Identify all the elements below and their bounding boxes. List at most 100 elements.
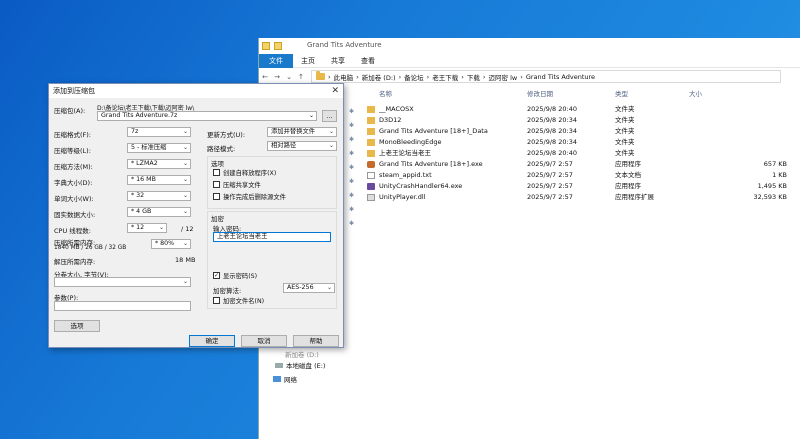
file-name: steam_appid.txt [379, 171, 432, 179]
column-type[interactable]: 类型 [615, 88, 628, 98]
path-mode-label: 路径模式: [207, 145, 236, 153]
ok-button[interactable]: 确定 [189, 335, 235, 347]
browse-button[interactable]: ... [322, 110, 337, 122]
split-select[interactable]: ⌄ [54, 277, 191, 287]
file-row[interactable]: Grand Tits Adventure [18+].exe 2025/9/7 2… [367, 159, 800, 170]
password-input[interactable]: 上老王论坛当老王 [213, 232, 331, 242]
solid-size-select[interactable]: * 4 GB ⌄ [127, 207, 191, 217]
chevron-down-icon: ⌄ [328, 142, 334, 149]
encrypt-names-checkbox[interactable]: 加密文件名(N) [213, 296, 264, 305]
unity-exe-icon [367, 183, 375, 190]
desktop: { "explorer":{ "title":"Grand Tits Adven… [0, 0, 800, 439]
chevron-down-icon: ⌄ [182, 144, 188, 151]
column-size[interactable]: 大小 [689, 88, 702, 98]
archive-name-input[interactable]: Grand Tits Adventure.7z ⌄ [97, 111, 317, 121]
breadcrumb-item[interactable]: Grand Tits Adventure [526, 73, 595, 81]
file-name: D3D12 [379, 116, 402, 124]
explorer-titlebar: Grand Tits Adventure [259, 38, 800, 54]
breadcrumb-item[interactable]: 新加卷 (D:) [362, 72, 396, 82]
path-mode-select[interactable]: 相对路径 ⌄ [267, 141, 337, 151]
encryption-method-select[interactable]: AES-256 ⌄ [283, 283, 335, 293]
file-type: 文件夹 [615, 105, 635, 113]
chevron-down-icon: ⌄ [158, 224, 164, 231]
format-select[interactable]: 7z ⌄ [127, 127, 191, 137]
file-date: 2025/9/7 2:57 [527, 160, 573, 168]
file-type: 应用程序 [615, 182, 641, 190]
file-size: 1 KB [772, 171, 787, 179]
file-type: 文件夹 [615, 149, 635, 157]
update-select[interactable]: 添加并替换文件 ⌄ [267, 127, 337, 137]
nav-item-drive-d[interactable]: 新加卷 (D:) [285, 349, 319, 359]
close-icon[interactable]: ✕ [331, 84, 339, 98]
back-arrow-icon[interactable]: ← [259, 73, 271, 81]
properties-icon [274, 42, 282, 50]
ribbon-tab-share[interactable]: 共享 [323, 54, 353, 68]
level-select[interactable]: 5 - 标准压缩 ⌄ [127, 143, 191, 153]
nav-item-network[interactable]: 网络 [273, 374, 297, 384]
breadcrumb-item[interactable]: 备论坛 [404, 72, 424, 82]
shared-files-checkbox[interactable]: 压缩共享文件 [213, 180, 261, 189]
column-headers: 名称 修改日期 类型 大小 [367, 88, 800, 100]
method-select[interactable]: * LZMA2 ⌄ [127, 159, 191, 169]
file-row[interactable]: steam_appid.txt 2025/9/7 2:57 文本文档 1 KB [367, 170, 800, 181]
quick-access-toolbar[interactable] [262, 40, 302, 52]
chevron-down-icon[interactable]: ⌄ [283, 73, 295, 81]
up-arrow-icon[interactable]: ↑ [295, 73, 307, 81]
column-name[interactable]: 名称 [379, 88, 392, 98]
show-password-checkbox[interactable]: ✓ 显示密码(S) [213, 271, 257, 280]
nav-item-drive-e[interactable]: 本地磁盘 (E:) [275, 360, 325, 370]
cancel-button[interactable]: 取消 [241, 335, 287, 347]
dictionary-select[interactable]: * 16 MB ⌄ [127, 175, 191, 185]
network-icon [273, 376, 281, 382]
column-date[interactable]: 修改日期 [527, 88, 553, 98]
ribbon-tab-file[interactable]: 文件 [259, 54, 293, 68]
chevron-down-icon: ⌄ [182, 192, 188, 199]
breadcrumb-item[interactable]: 下载 [467, 72, 480, 82]
dll-file-icon [367, 194, 375, 201]
help-button[interactable]: 帮助 [293, 335, 339, 347]
file-row[interactable]: 上老王论坛当老王 2025/9/8 20:40 文件夹 [367, 148, 800, 159]
pin-icon: ✱ [349, 220, 355, 227]
encryption-group-title: 加密 [211, 215, 224, 223]
add-to-archive-dialog: 添加到压缩包 ✕ 压缩包(A): D:\备论坛\老王下载\下载\迈阿密 lw\ … [48, 83, 344, 348]
options-button[interactable]: 选项 [54, 320, 100, 332]
delete-after-checkbox[interactable]: 操作完成后删除源文件 [213, 192, 286, 201]
forward-arrow-icon[interactable]: → [271, 73, 283, 81]
threads-select[interactable]: * 12 ⌄ [127, 223, 167, 233]
file-row[interactable]: UnityCrashHandler64.exe 2025/9/7 2:57 应用程序… [367, 181, 800, 192]
pin-icon: ✱ [349, 192, 355, 199]
chevron-down-icon: ⌄ [182, 278, 188, 285]
ribbon-tab-view[interactable]: 查看 [353, 54, 383, 68]
folder-icon [367, 106, 375, 113]
breadcrumb-item[interactable]: 老王下载 [432, 72, 458, 82]
breadcrumb-item[interactable]: 此电脑 [334, 72, 354, 82]
file-date: 2025/9/7 2:57 [527, 182, 573, 190]
file-type: 文件夹 [615, 116, 635, 124]
file-size: 657 KB [763, 160, 787, 168]
mem-percent-select[interactable]: * 80% ⌄ [151, 239, 191, 249]
pin-icon: ✱ [349, 150, 355, 157]
chevron-down-icon: ⌄ [182, 128, 188, 135]
file-row[interactable]: Grand Tits Adventure [18+]_Data 2025/9/8 … [367, 126, 800, 137]
file-type: 应用程序扩展 [615, 193, 654, 201]
archive-label: 压缩包(A): [54, 107, 86, 115]
folder-icon [367, 139, 375, 146]
pin-icon: ✱ [349, 122, 355, 129]
word-size-select[interactable]: * 32 ⌄ [127, 191, 191, 201]
file-row[interactable]: UnityPlayer.dll 2025/9/7 2:57 应用程序扩展 32,593… [367, 192, 800, 203]
file-row[interactable]: D3D12 2025/9/8 20:34 文件夹 [367, 115, 800, 126]
params-input[interactable] [54, 301, 191, 311]
chevron-down-icon: ⌄ [182, 208, 188, 215]
file-name: UnityPlayer.dll [379, 193, 426, 201]
file-row[interactable]: MonoBleedingEdge 2025/9/8 20:34 文件夹 [367, 137, 800, 148]
breadcrumb-item[interactable]: 迈阿密 lw [489, 72, 518, 82]
file-size: 32,593 KB [753, 193, 787, 201]
ribbon-tab-home[interactable]: 主页 [293, 54, 323, 68]
sfx-checkbox[interactable]: 创建自释放程序(X) [213, 168, 276, 177]
dialog-title: 添加到压缩包 [53, 87, 95, 95]
file-row[interactable]: __MACOSX 2025/9/8 20:40 文件夹 [367, 104, 800, 115]
file-type: 文件夹 [615, 127, 635, 135]
file-date: 2025/9/8 20:34 [527, 138, 577, 146]
breadcrumb[interactable]: › 此电脑 › 新加卷 (D:) › 备论坛 › 老王下载 › 下载 › 迈阿密 lw › G… [311, 70, 781, 83]
file-date: 2025/9/8 20:40 [527, 149, 577, 157]
